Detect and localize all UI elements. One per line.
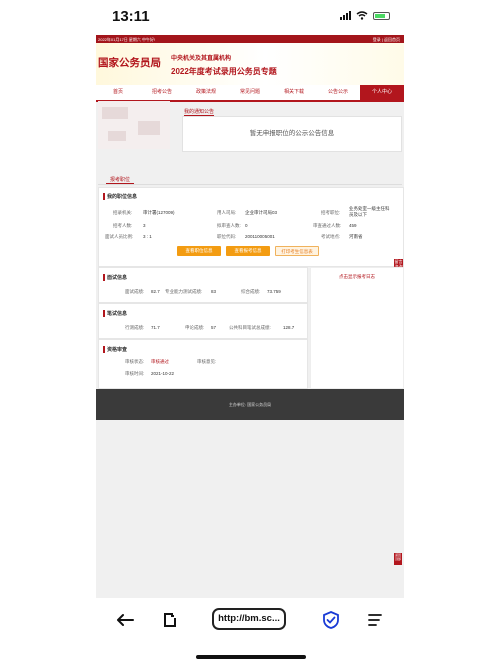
back-to-top-button[interactable]: 返回顶部 xyxy=(394,553,402,565)
field-label: 考试地点: xyxy=(321,234,341,239)
main-nav: 首页 招考公告 政策法规 常见问题 相关下载 公告公示 个人中心 xyxy=(96,85,404,102)
field-label: 职位代码: xyxy=(217,234,237,239)
review-status: 审核通过 xyxy=(151,359,169,364)
nav-item-announcements[interactable]: 招考公告 xyxy=(140,85,184,100)
site-logo[interactable]: 国家公务员局 xyxy=(98,55,161,70)
view-position-button[interactable]: 查看职位信息 xyxy=(177,246,221,256)
field-value: 业务处室一级主任科员及以下 xyxy=(349,206,390,217)
field-label: 用人司局: xyxy=(217,210,237,215)
written-exam-card: 笔试信息 行测成绩: 71.7 申论成绩: 57 公共科目笔试总成绩: 128.… xyxy=(98,303,308,339)
signal-icon xyxy=(340,11,351,20)
nav-item-policy[interactable]: 政策法规 xyxy=(184,85,228,100)
view-application-button[interactable]: 查看报考信息 xyxy=(226,246,270,256)
field-label: 审核状态: xyxy=(125,359,145,364)
qualification-review-card: 资格审查 审核状态: 审核通过 审核意见: 审核时间: 2021-10-22 xyxy=(98,339,308,389)
nav-item-public-notice[interactable]: 公告公示 xyxy=(316,85,360,100)
show-log-link[interactable]: 点击显示报考日志 xyxy=(311,274,403,280)
field-label: 申论成绩: xyxy=(185,325,205,330)
field-value: 2021-10-22 xyxy=(151,371,175,376)
card-title: 我的职位信息 xyxy=(103,193,137,200)
battery-icon xyxy=(373,11,390,20)
card-title: 面试信息 xyxy=(103,274,127,281)
field-value: 71.7 xyxy=(151,325,160,330)
site-footer: 主办单位: 国家公务员局 xyxy=(96,389,404,420)
interview-card: 面试信息 面试成绩: 82.7 专业能力测试成绩: 83 综合成绩: 73.75… xyxy=(98,267,308,303)
field-value: 审计署(127009) xyxy=(143,210,175,215)
field-label: 综合成绩: xyxy=(241,289,261,294)
notice-tab[interactable]: 我的通知公告 xyxy=(184,108,215,116)
field-label: 面试人员比例: xyxy=(105,234,134,239)
log-box: 点击显示报考日志 xyxy=(310,267,404,389)
shield-check-icon[interactable] xyxy=(318,600,344,640)
field-label: 专业能力测试成绩: xyxy=(165,289,203,294)
card-title: 笔试信息 xyxy=(103,310,127,317)
footer-text: 主办单位: 国家公务员局 xyxy=(228,402,272,407)
field-label: 行测成绩: xyxy=(125,325,145,330)
field-label: 审查通过人数: xyxy=(313,223,342,228)
divider xyxy=(98,184,402,185)
back-arrow-icon[interactable] xyxy=(112,600,138,640)
nav-item-downloads[interactable]: 相关下载 xyxy=(272,85,316,100)
position-card: 我的职位信息 招录机关: 审计署(127009) 用人司局: 企业审计司局03 … xyxy=(98,187,404,267)
notice-box: 暂无申报职位的公示公告信息 xyxy=(182,116,402,152)
print-info-button[interactable]: 打印考生信息表 xyxy=(275,246,319,256)
field-label: 审核时间: xyxy=(125,371,145,376)
field-value: 河南省 xyxy=(349,234,363,239)
wifi-icon xyxy=(356,11,368,20)
field-value: 企业审计司局03 xyxy=(245,210,278,215)
field-value: 57 xyxy=(211,325,217,330)
top-strip: 2022年01月17日 星期六 中午好! 登录 | 返回首页 xyxy=(96,35,404,43)
browser-toolbar: http://bm.sc... xyxy=(0,600,500,640)
field-label: 招考职位: xyxy=(321,210,341,215)
org-name: 中央机关及其直属机构 xyxy=(171,56,232,62)
field-value: 82.7 xyxy=(151,289,160,294)
apply-position-tab[interactable]: 报考职位 xyxy=(106,176,135,184)
status-icons xyxy=(340,11,390,20)
field-value: 0 xyxy=(245,223,248,228)
field-label: 公共科目笔试总成绩: xyxy=(229,325,271,330)
field-label: 面试成绩: xyxy=(125,289,145,294)
field-value: 128.7 xyxy=(283,325,295,330)
field-label: 招录机关: xyxy=(113,210,133,215)
field-label: 招考人数: xyxy=(113,223,133,228)
menu-icon[interactable] xyxy=(362,600,388,640)
card-title: 资格审查 xyxy=(103,346,127,353)
field-value: 3 : 1 xyxy=(143,234,152,239)
field-value: 459 xyxy=(349,223,357,228)
web-page: 2022年01月17日 星期六 中午好! 登录 | 返回首页 国家公务员局 中央… xyxy=(96,35,404,598)
field-value: 73.759 xyxy=(267,289,281,294)
notice-empty-text: 暂无申报职位的公示公告信息 xyxy=(249,130,335,137)
nav-item-faq[interactable]: 常见问题 xyxy=(228,85,272,100)
field-label: 拟审查人数: xyxy=(217,223,241,228)
field-value: 3 xyxy=(143,223,146,228)
status-time: 13:11 xyxy=(112,8,150,25)
banner: 国家公务员局 中央机关及其直属机构 2022年度考试录用公务员专题 xyxy=(96,43,404,88)
blurred-image xyxy=(98,101,170,149)
nav-item-home[interactable]: 首页 xyxy=(96,85,140,100)
home-indicator[interactable] xyxy=(196,655,306,659)
field-value: 200110005001 xyxy=(245,234,275,239)
exam-title: 2022年度考试录用公务员专题 xyxy=(171,67,277,76)
field-label: 审核意见: xyxy=(197,359,217,364)
nav-item-personal-center[interactable]: 个人中心 xyxy=(360,85,404,100)
url-bar[interactable]: http://bm.sc... xyxy=(212,608,286,630)
field-value: 83 xyxy=(211,289,217,294)
tabs-icon[interactable] xyxy=(157,600,183,640)
